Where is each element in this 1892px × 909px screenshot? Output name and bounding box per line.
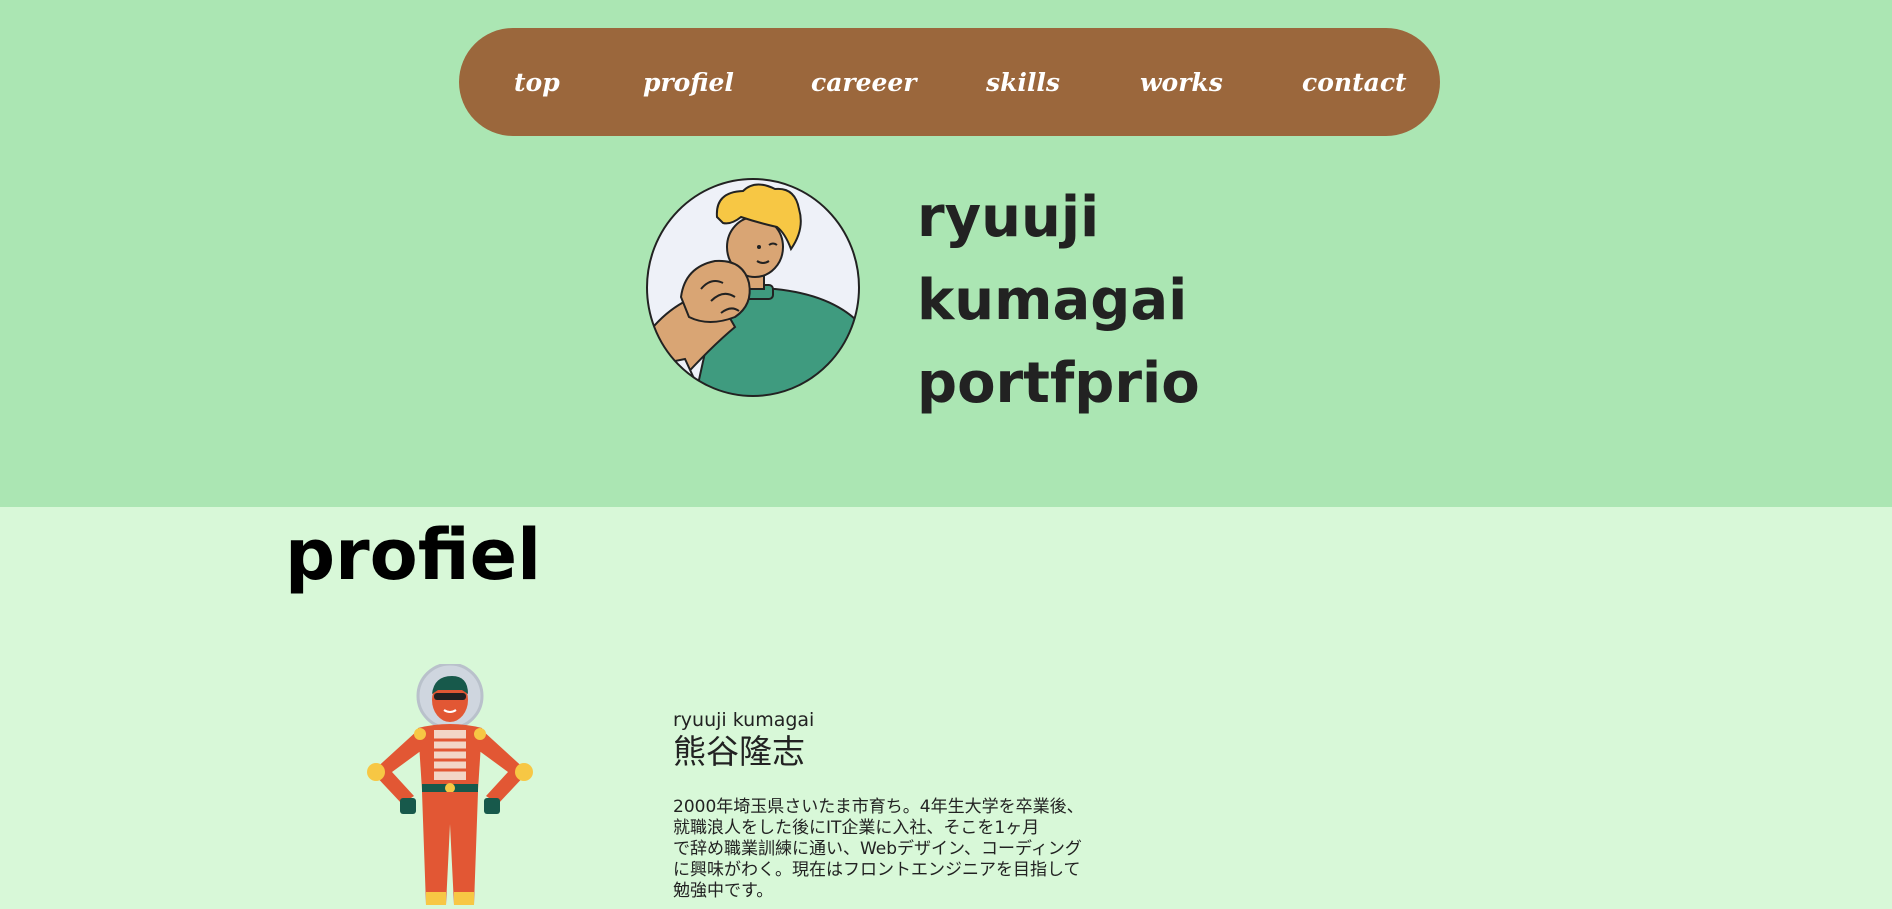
- man-thinking-avatar-icon: [645, 177, 861, 398]
- profile-section-title: profiel: [285, 514, 542, 596]
- bio-line: で辞め職業訓練に通い、Webデザイン、コーディング: [673, 839, 1082, 859]
- profile-name-roman: ryuuji kumagai: [673, 709, 815, 731]
- bio-line: 勉強中です。: [673, 881, 774, 901]
- nav-item-profiel[interactable]: profiel: [643, 28, 734, 136]
- hero-title-line-1: ryuuji: [917, 185, 1100, 250]
- nav-item-skills[interactable]: skills: [986, 28, 1060, 136]
- hero-title-line-3: portfprio: [917, 351, 1200, 416]
- bio-line: 2000年埼玉県さいたま市育ち。4年生大学を卒業後、: [673, 797, 1084, 817]
- nav-item-contact[interactable]: contact: [1302, 28, 1407, 136]
- nav-item-works[interactable]: works: [1140, 28, 1223, 136]
- hero-title-line-2: kumagai: [917, 268, 1188, 333]
- astronaut-icon: [362, 662, 542, 905]
- hero-section: top profiel careeer skills works contact: [0, 0, 1892, 507]
- nav-item-careeer[interactable]: careeer: [811, 28, 916, 136]
- nav-item-top[interactable]: top: [514, 28, 560, 136]
- bio-line: 就職浪人をした後にIT企業に入社、そこを1ヶ月: [673, 818, 1040, 838]
- hero-title: ryuuji kumagai portfprio: [917, 176, 1200, 425]
- profile-name-kanji: 熊谷隆志: [673, 732, 805, 771]
- profile-details: ryuuji kumagai 熊谷隆志 2000年埼玉県さいたま市育ち。4年生大…: [673, 708, 1123, 902]
- main-nav: top profiel careeer skills works contact: [459, 28, 1440, 136]
- profile-bio: 2000年埼玉県さいたま市育ち。4年生大学を卒業後、 就職浪人をした後にIT企業…: [673, 797, 1123, 902]
- bio-line: に興味がわく。現在はフロントエンジニアを目指して: [673, 860, 1081, 880]
